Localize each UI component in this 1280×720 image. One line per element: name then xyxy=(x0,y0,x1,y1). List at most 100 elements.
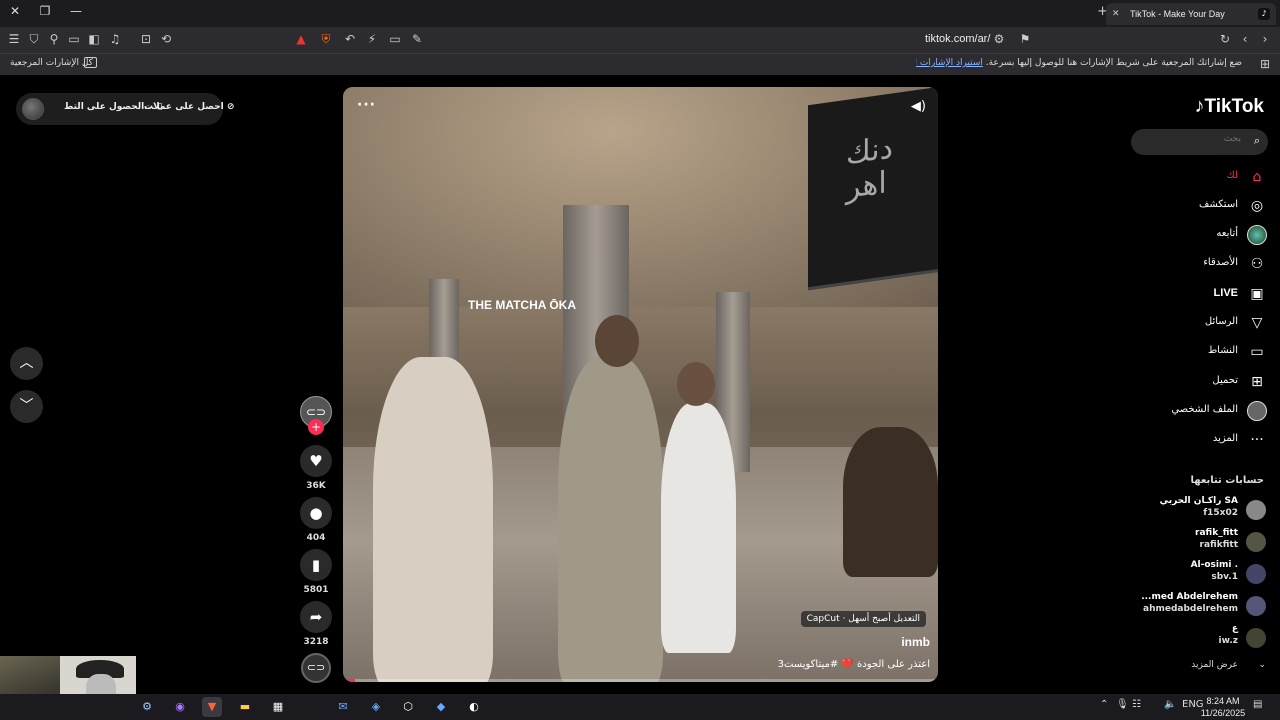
speaker-icon[interactable]: 🔈 xyxy=(1164,699,1176,710)
close-window-icon[interactable]: ✕ xyxy=(5,4,25,18)
account-avatar xyxy=(1246,596,1266,616)
network-icon[interactable]: ☷ xyxy=(1132,699,1141,710)
account-name: rafik_fitt xyxy=(1195,528,1238,538)
address-bar[interactable]: tiktok.com/ar/ xyxy=(925,33,990,45)
like-count: 36K xyxy=(306,481,326,491)
comment-button[interactable]: ● xyxy=(300,497,332,529)
wall-sign: دنك اهر xyxy=(808,87,938,291)
video-more-icon[interactable]: ··· xyxy=(357,97,376,113)
unity-icon[interactable]: ⬡ xyxy=(398,697,418,717)
account-name: Al-osimi . xyxy=(1190,560,1238,570)
video-author[interactable]: inmb xyxy=(901,635,930,649)
microphone-icon[interactable]: 🎙 xyxy=(1116,699,1129,710)
bookmarks-bar: كل الإشارات المرجعية ضع إشاراتك المرجعية… xyxy=(0,53,1280,75)
previous-video-button[interactable]: ︿ xyxy=(10,347,43,380)
store-sign: THE MATCHA ŌKA xyxy=(468,298,576,312)
following-account[interactable]: ع iw.z xyxy=(1126,624,1266,652)
sidebar-item-following[interactable]: أتابعه xyxy=(1148,224,1268,246)
bookmark-icon[interactable]: ⚑ xyxy=(1017,32,1033,46)
extensions-icon[interactable]: ⟲ xyxy=(158,32,174,46)
tiktok-logo[interactable]: ♪TikTok xyxy=(1195,95,1264,118)
music-icon[interactable]: ♫ xyxy=(107,32,123,46)
reload-icon[interactable]: ↻ xyxy=(1217,32,1233,46)
brave-rewards-icon[interactable]: ▲ xyxy=(293,32,309,46)
menu-icon[interactable]: ☰ xyxy=(6,32,22,46)
pin-icon[interactable]: ⚲ xyxy=(46,32,62,46)
discord-icon[interactable]: ◉ xyxy=(170,697,190,717)
minimize-window-icon[interactable]: — xyxy=(66,4,86,18)
search-input[interactable] xyxy=(1141,134,1241,144)
sidebar-item-messages[interactable]: ▽ الرسائل xyxy=(1148,312,1268,334)
notifications-icon[interactable]: ▤ xyxy=(1253,699,1262,710)
sidebar-item-label: الرسائل xyxy=(1204,316,1238,327)
restore-window-icon[interactable]: ❐ xyxy=(35,4,55,18)
show-more-button[interactable]: عرض المزيد ⌄ xyxy=(1191,660,1266,670)
system-clock[interactable]: 8:24 AM 11/26/2025 xyxy=(1198,695,1248,719)
browser-tabbar: ✕ ❐ — + ✕ TikTok - Make Your Day ♪ xyxy=(0,0,1280,27)
search-icon[interactable]: ⌕ xyxy=(1254,134,1260,148)
following-account[interactable]: راكـان الحربي SA f15x02 xyxy=(1126,496,1266,524)
tabs-icon[interactable]: ▭ xyxy=(66,32,82,46)
undo-icon[interactable]: ↶ xyxy=(342,32,358,46)
sidebar-item-profile[interactable]: الملف الشخصي xyxy=(1148,400,1268,422)
sidebar-item-live[interactable]: ▣ LIVE xyxy=(1148,283,1268,305)
live-icon: ▣ xyxy=(1250,286,1264,302)
video-progress-bar[interactable] xyxy=(343,679,938,682)
store-icon[interactable]: ▦ xyxy=(268,697,288,717)
wand-icon[interactable]: ⚡ xyxy=(364,32,380,46)
all-bookmarks-link[interactable]: كل الإشارات المرجعية xyxy=(10,58,93,68)
profile-avatar-icon xyxy=(1247,401,1267,421)
following-account[interactable]: rafik_fitt rafikfitt xyxy=(1126,528,1266,556)
tab-close-icon[interactable]: ✕ xyxy=(1112,3,1120,25)
following-account[interactable]: ...med Abdelrehem ahmedabdelrehem xyxy=(1126,592,1266,620)
folder-icon[interactable] xyxy=(84,57,97,68)
music-disc-button[interactable]: ⊂⊃ xyxy=(301,653,331,683)
import-bookmarks-link[interactable]: استيراد الإشارات المرجعية الآن... xyxy=(916,58,983,68)
steam-icon[interactable]: ⚙ xyxy=(137,697,157,717)
following-account[interactable]: Al-osimi . sbv.1 xyxy=(1126,560,1266,588)
brave-icon[interactable]: ▼ xyxy=(202,697,222,717)
tiktok-note-icon: ♪ xyxy=(1194,95,1205,117)
back-icon[interactable]: ‹ xyxy=(1237,32,1253,46)
sidebar-item-explore[interactable]: ◎ استكشف xyxy=(1148,195,1268,217)
volume-icon[interactable]: ◀) xyxy=(911,99,926,114)
share-button[interactable]: ➦ xyxy=(300,601,332,633)
sidebar-item-friends[interactable]: ⚇ الأصدقاء xyxy=(1148,253,1268,275)
upload-icon: ⊞ xyxy=(1251,374,1263,390)
like-button[interactable]: ♥ xyxy=(300,445,332,477)
sidebar-item-label: لك xyxy=(1226,170,1238,181)
vscode-icon[interactable]: ◈ xyxy=(366,697,386,717)
video-player[interactable]: THE MATCHA ŌKA دنك اهر ··· ◀) CapCut · ال… xyxy=(343,87,938,682)
sidebar-item-activity[interactable]: ▭ النشاط xyxy=(1148,341,1268,363)
obs-icon[interactable]: ◐ xyxy=(464,697,484,717)
file-explorer-icon[interactable]: ▬ xyxy=(235,697,255,717)
chevron-down-icon: ﹀ xyxy=(19,398,34,414)
vr-headset-icon: ⊂⊃ xyxy=(306,661,326,674)
next-video-button[interactable]: ﹀ xyxy=(10,390,43,423)
save-button[interactable]: ▮ xyxy=(300,549,332,581)
site-settings-icon[interactable]: ⚙ xyxy=(991,32,1007,46)
video-scene-person xyxy=(843,427,938,577)
get-coins-button[interactable]: احصل على عملات ⊘ xyxy=(144,102,234,112)
forward-icon[interactable]: › xyxy=(1257,32,1273,46)
more-icon: ··· xyxy=(1250,432,1264,448)
window-icon[interactable]: ▭ xyxy=(387,32,403,46)
editor-icon[interactable]: ◆ xyxy=(431,697,451,717)
capcut-badge[interactable]: CapCut · التعديل أصبح أسهل xyxy=(800,611,926,627)
shield-icon[interactable]: ⛉ xyxy=(26,32,42,47)
sidebar-item-more[interactable]: ··· المزيد xyxy=(1148,429,1268,451)
sidebar-icon[interactable]: ◧ xyxy=(86,32,102,46)
account-avatar xyxy=(1246,564,1266,584)
account-avatar xyxy=(1246,532,1266,552)
pen-icon[interactable]: ✎ xyxy=(409,32,425,46)
sidebar-item-for-you[interactable]: ⌂ لك xyxy=(1148,166,1268,188)
outlook-icon[interactable]: ✉ xyxy=(333,697,353,717)
apps-grid-icon[interactable]: ⊞ xyxy=(1260,57,1270,71)
follow-button[interactable]: + xyxy=(308,419,324,435)
user-avatar[interactable] xyxy=(22,98,44,120)
screenshot-icon[interactable]: ⊡ xyxy=(138,32,154,46)
sidebar-item-upload[interactable]: ⊞ تحميل xyxy=(1148,371,1268,393)
browser-tab[interactable]: ✕ TikTok - Make Your Day ♪ xyxy=(1106,3,1276,25)
brave-shields-icon[interactable]: ⛨ xyxy=(318,32,334,47)
tray-chevron-icon[interactable]: ⌃ xyxy=(1100,699,1108,710)
